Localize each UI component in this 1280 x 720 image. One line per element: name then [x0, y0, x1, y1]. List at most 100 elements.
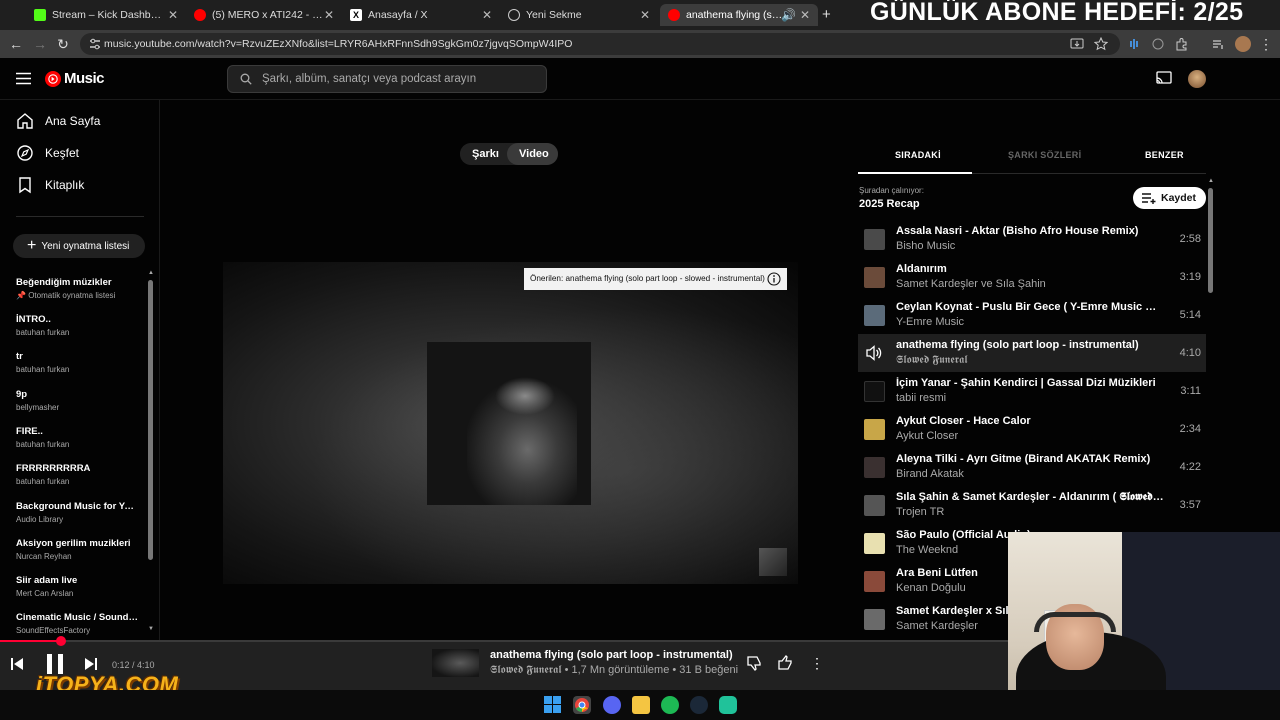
scroll-down-icon[interactable]: ▼ [148, 626, 154, 632]
playlist-item[interactable]: FRRRRRRRRRA batuhan furkan [16, 463, 138, 486]
new-tab-button[interactable]: + [822, 6, 831, 23]
profile-avatar[interactable] [1235, 36, 1251, 52]
next-track-icon[interactable] [84, 657, 98, 671]
youtube-music-logo[interactable]: Music [45, 70, 105, 87]
queue-item[interactable]: Sıla Şahin & Samet Kardeşler - Aldanırım… [858, 486, 1206, 524]
playlist-item[interactable]: 9p bellymasher [16, 389, 138, 412]
sidebar-scrollbar[interactable]: ▲ ▼ [148, 270, 154, 636]
dislike-icon[interactable] [746, 655, 762, 671]
player-thumbnail[interactable] [432, 649, 479, 677]
track-artist: Bisho Music [896, 240, 956, 252]
webcam-headphones [1034, 612, 1116, 632]
tab-up-next[interactable]: SIRADAKİ [895, 150, 941, 160]
previous-track-icon[interactable] [10, 657, 24, 671]
site-info-icon[interactable] [88, 37, 102, 51]
steam-icon[interactable] [690, 696, 708, 714]
queue-item[interactable]: Aykut Closer - Hace Calor Aykut Closer 2… [858, 410, 1206, 448]
track-title: Sıla Şahin & Samet Kardeşler - Aldanırım… [896, 491, 1164, 503]
x-favicon-icon: X [350, 9, 362, 21]
sidebar-item-explore[interactable]: Keşfet [16, 143, 79, 163]
reload-icon[interactable]: ↻ [55, 36, 71, 52]
top-navigation: Music Şarkı, albüm, sanatçı veya podcast… [0, 58, 1280, 100]
media-controls-icon[interactable] [1211, 37, 1225, 51]
address-bar[interactable]: music.youtube.com/watch?v=RzvuZEzXNfo&li… [80, 33, 1120, 55]
scroll-up-icon[interactable]: ▲ [148, 270, 154, 276]
save-queue-button[interactable]: Kaydet [1133, 187, 1206, 209]
search-icon [240, 73, 252, 85]
forward-icon[interactable]: → [32, 36, 48, 52]
windows-start-icon[interactable] [544, 696, 561, 713]
browser-tab-x[interactable]: X Anasayfa / X ✕ [342, 4, 500, 26]
menu-hamburger-icon[interactable] [16, 72, 31, 85]
search-input[interactable]: Şarkı, albüm, sanatçı veya podcast arayı… [227, 65, 547, 93]
more-options-icon[interactable]: ⋮ [810, 655, 824, 672]
user-avatar[interactable] [1188, 70, 1206, 88]
song-video-toggle[interactable]: Şarkı Video [460, 143, 558, 165]
playlist-item[interactable]: Beğendiğim müzikler 📌 Otomatik oynatma l… [16, 277, 138, 300]
browser-tab-new[interactable]: Yeni Sekme ✕ [500, 4, 658, 26]
discord-icon[interactable] [603, 696, 621, 714]
progress-fill [0, 640, 62, 642]
like-icon[interactable] [777, 655, 793, 671]
playlist-subtitle: batuhan furkan [16, 440, 70, 449]
close-icon[interactable]: ✕ [640, 8, 650, 22]
playlist-item[interactable]: FIRE.. batuhan furkan [16, 426, 138, 449]
browser-tab-youtube[interactable]: (5) MERO x ATI242 - UYKUSU ✕ [186, 4, 342, 26]
tab-lyrics[interactable]: ŞARKI SÖZLERİ [1008, 150, 1081, 160]
playlist-item[interactable]: Background Music for You... Audio Librar… [16, 501, 138, 524]
app-icon[interactable] [719, 696, 737, 714]
playlist-title: İNTRO.. [16, 314, 51, 325]
video-frame[interactable] [223, 262, 798, 584]
sidebar-item-library[interactable]: Kitaplık [16, 175, 84, 195]
close-icon[interactable]: ✕ [482, 8, 492, 22]
toggle-song[interactable]: Şarkı [460, 143, 511, 165]
playlist-item[interactable]: tr batuhan furkan [16, 351, 138, 374]
speaker-icon[interactable]: 🔊 [781, 8, 796, 22]
browser-tab-active[interactable]: anathema flying (solo part l 🔊 ✕ [660, 4, 818, 26]
more-menu-icon[interactable]: ⋮ [1258, 36, 1274, 52]
extensions-puzzle-icon[interactable] [1175, 37, 1189, 51]
bookmark-star-icon[interactable] [1094, 37, 1108, 51]
taskbar-chrome-active[interactable] [573, 696, 591, 714]
sidebar-item-home[interactable]: Ana Sayfa [16, 111, 100, 131]
playlist-item[interactable]: Siir adam live Mert Can Arslan [16, 575, 138, 598]
playing-from-name[interactable]: 2025 Recap [859, 198, 920, 210]
queue-item[interactable]: Assala Nasri - Aktar (Bisho Afro House R… [858, 220, 1206, 258]
queue-item-now-playing[interactable]: anathema flying (solo part loop - instru… [858, 334, 1206, 372]
video-end-thumbnail[interactable] [759, 548, 787, 576]
queue-item[interactable]: Aleyna Tilki - Ayrı Gitme (Birand AKATAK… [858, 448, 1206, 486]
tab-related[interactable]: BENZER [1145, 150, 1184, 160]
browser-tab-kick[interactable]: Stream – Kick Dashboard ✕ [26, 4, 186, 26]
queue-item[interactable]: Aldanırım Samet Kardeşler ve Sıla Şahin … [858, 258, 1206, 296]
spotify-icon[interactable] [661, 696, 679, 714]
player-stats: • 1,7 Mn görüntüleme • 31 B beğeni [561, 664, 739, 676]
progress-knob[interactable] [56, 636, 67, 646]
queue-item[interactable]: Ceylan Koynat - Puslu Bir Gece ( Y-Emre … [858, 296, 1206, 334]
player-artist[interactable]: 𝕾𝖑𝖔𝖜𝖊𝖉 𝕱𝖚𝖓𝖊𝖗𝖆𝖑 [490, 664, 562, 676]
close-icon[interactable]: ✕ [168, 8, 178, 22]
browser-toolbar: ← → ↻ music.youtube.com/watch?v=RzvuZEzX… [0, 30, 1280, 58]
sidebar: Ana Sayfa Keşfet Kitaplık + Yeni oynatma… [0, 100, 160, 640]
active-tab-indicator [858, 172, 972, 174]
queue-item[interactable]: İçim Yanar - Şahin Kendirci | Gassal Diz… [858, 372, 1206, 410]
scrollbar-thumb[interactable] [148, 280, 153, 560]
close-icon[interactable]: ✕ [800, 8, 810, 22]
info-icon[interactable] [767, 272, 781, 286]
close-icon[interactable]: ✕ [324, 8, 334, 22]
audio-extension-icon[interactable] [1127, 37, 1141, 51]
scroll-up-icon[interactable]: ▲ [1208, 178, 1214, 184]
player-track-title[interactable]: anathema flying (solo part loop - instru… [490, 649, 733, 661]
toggle-video[interactable]: Video [507, 143, 558, 165]
cast-icon[interactable] [1156, 71, 1172, 85]
scrollbar-thumb[interactable] [1208, 188, 1213, 293]
playlist-item[interactable]: Cinematic Music / Sound ... SoundEffects… [16, 612, 138, 635]
back-icon[interactable]: ← [8, 36, 24, 52]
file-explorer-icon[interactable] [632, 696, 650, 714]
playlist-item[interactable]: Aksiyon gerilim muzikleri Nurcan Reyhan [16, 538, 138, 561]
suggestion-tooltip[interactable]: Önerilen: anathema flying (solo part loo… [524, 268, 787, 290]
install-app-icon[interactable] [1070, 37, 1084, 51]
new-playlist-button[interactable]: + Yeni oynatma listesi [13, 234, 145, 258]
extension-settings-icon[interactable] [1151, 37, 1165, 51]
logo-text: Music [64, 70, 105, 87]
playlist-item[interactable]: İNTRO.. batuhan furkan [16, 314, 138, 337]
